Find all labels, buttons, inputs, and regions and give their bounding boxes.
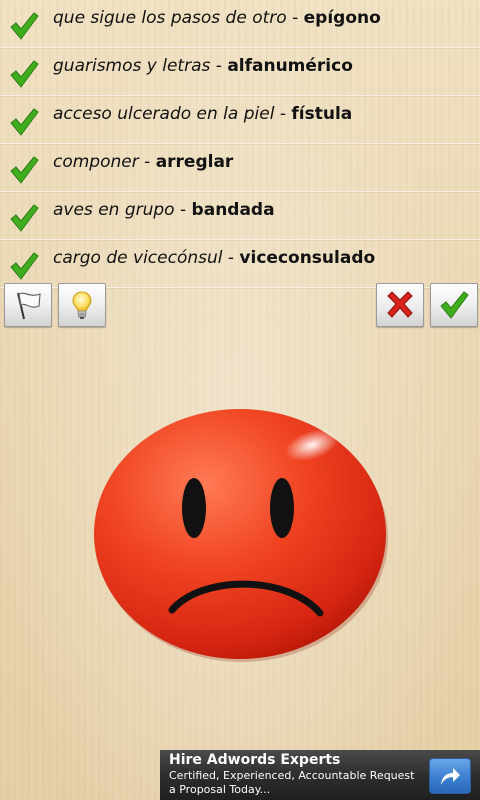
check-icon [10,108,39,136]
item-definition: acceso ulcerado en la piel [53,104,275,124]
item-text: cargo de vicecónsul - viceconsulado [53,248,375,268]
flag-icon [17,292,41,320]
hint-button[interactable] [58,283,106,327]
green-check-icon [440,291,469,319]
list-item[interactable]: cargo de vicecónsul - viceconsulado [0,240,480,288]
item-text: aves en grupo - bandada [53,200,275,220]
item-separator: - [138,152,156,172]
flag-button[interactable] [4,283,52,327]
item-text: componer - arreglar [53,152,233,172]
check-icon [10,12,39,40]
action-toolbar [0,283,480,327]
answer-list: que sigue los pasos de otro - epígono gu… [0,0,480,288]
item-separator: - [274,104,292,124]
item-word: fístula [291,104,353,124]
item-definition: cargo de vicecónsul [53,248,223,268]
wrong-button[interactable] [376,283,424,327]
item-text: guarismos y letras - alfanumérico [53,56,353,76]
item-definition: guarismos y letras [53,56,211,76]
ad-title: Hire Adwords Experts [169,752,341,768]
list-item[interactable]: aves en grupo - bandada [0,192,480,240]
check-icon [10,204,39,232]
lightbulb-icon [72,291,92,319]
list-item[interactable]: componer - arreglar [0,144,480,192]
list-item[interactable]: que sigue los pasos de otro - epígono [0,0,480,48]
check-icon [10,156,39,184]
item-text: que sigue los pasos de otro - epígono [53,8,381,28]
right-button[interactable] [430,283,478,327]
ad-share-button[interactable] [429,758,471,794]
item-word: bandada [191,200,275,220]
list-item[interactable]: acceso ulcerado en la piel - fístula [0,96,480,144]
item-word: epígono [303,8,381,28]
item-definition: que sigue los pasos de otro [53,8,287,28]
item-separator: - [222,248,240,268]
sad-face-icon [94,409,388,662]
check-icon [10,60,39,88]
item-separator: - [210,56,228,76]
item-word: arreglar [155,152,234,172]
share-arrow-icon [441,768,460,785]
red-x-icon [387,291,413,318]
item-definition: componer [53,152,139,172]
item-word: viceconsulado [239,248,376,268]
item-separator: - [286,8,304,28]
ad-body: Certified, Experienced, Accountable Requ… [169,769,415,796]
item-definition: aves en grupo [53,200,175,220]
ad-banner[interactable]: Hire Adwords Experts Certified, Experien… [160,750,480,800]
list-item[interactable]: guarismos y letras - alfanumérico [0,48,480,96]
item-separator: - [174,200,192,220]
item-word: alfanumérico [227,56,353,76]
item-text: acceso ulcerado en la piel - fístula [53,104,352,124]
check-icon [10,252,39,280]
